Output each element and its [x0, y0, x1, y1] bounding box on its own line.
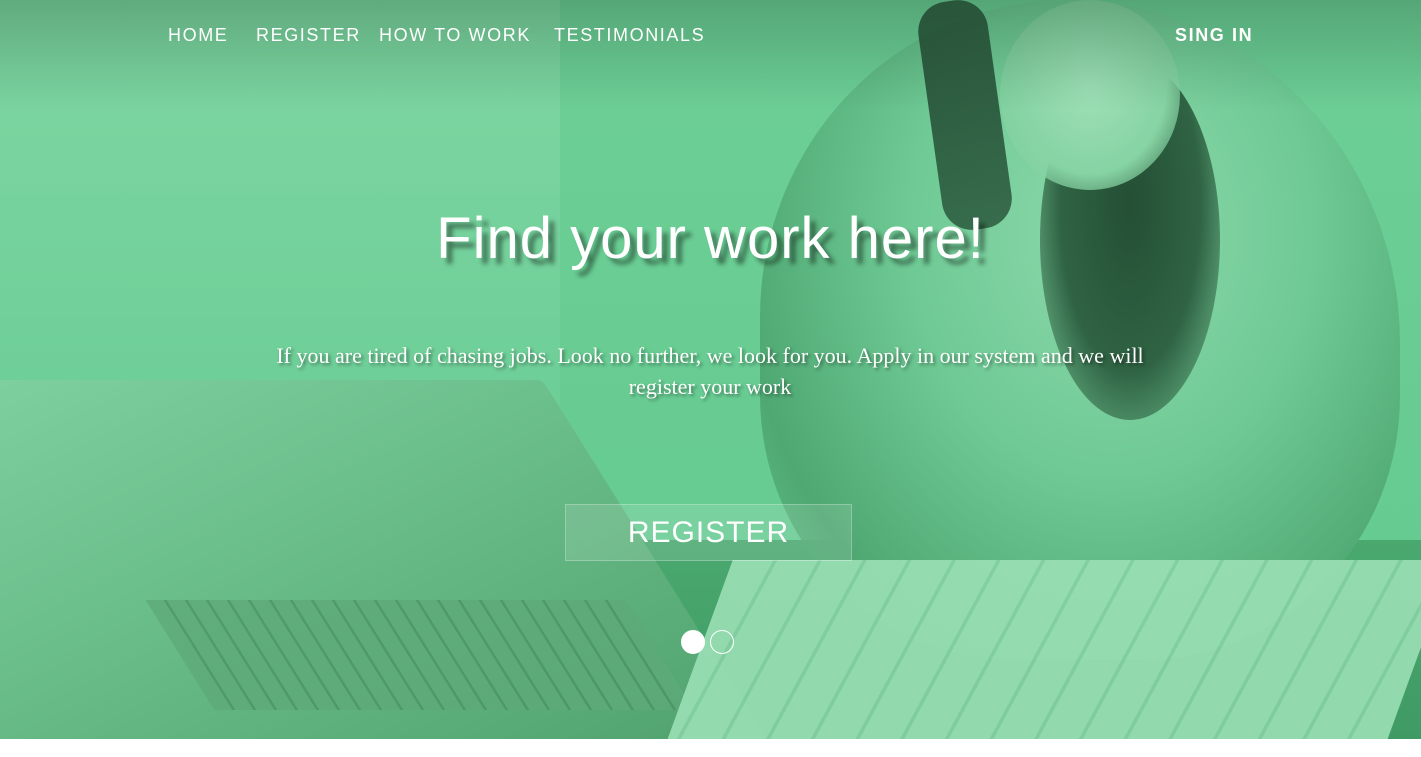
- carousel-indicators: [681, 629, 741, 655]
- background-photo-papers: [667, 560, 1421, 739]
- nav-item-home[interactable]: HOME: [168, 25, 228, 46]
- carousel-dot-1[interactable]: [681, 630, 705, 654]
- hero-banner: HOME REGISTER HOW TO WORK TESTIMONIALS S…: [0, 0, 1421, 739]
- hero-subtitle: If you are tired of chasing jobs. Look n…: [276, 343, 1144, 399]
- nav-item-testimonials[interactable]: TESTIMONIALS: [554, 25, 705, 46]
- main-navigation: HOME REGISTER HOW TO WORK TESTIMONIALS S…: [0, 0, 1421, 72]
- background-photo-keyboard: [145, 600, 695, 710]
- hero-title: Find your work here!: [436, 206, 985, 271]
- nav-item-how-to-work[interactable]: HOW TO WORK: [379, 25, 531, 46]
- register-button[interactable]: REGISTER: [565, 504, 852, 561]
- sign-in-link[interactable]: SING IN: [1175, 25, 1253, 46]
- nav-item-register[interactable]: REGISTER: [256, 25, 361, 46]
- carousel-dot-2[interactable]: [710, 630, 734, 654]
